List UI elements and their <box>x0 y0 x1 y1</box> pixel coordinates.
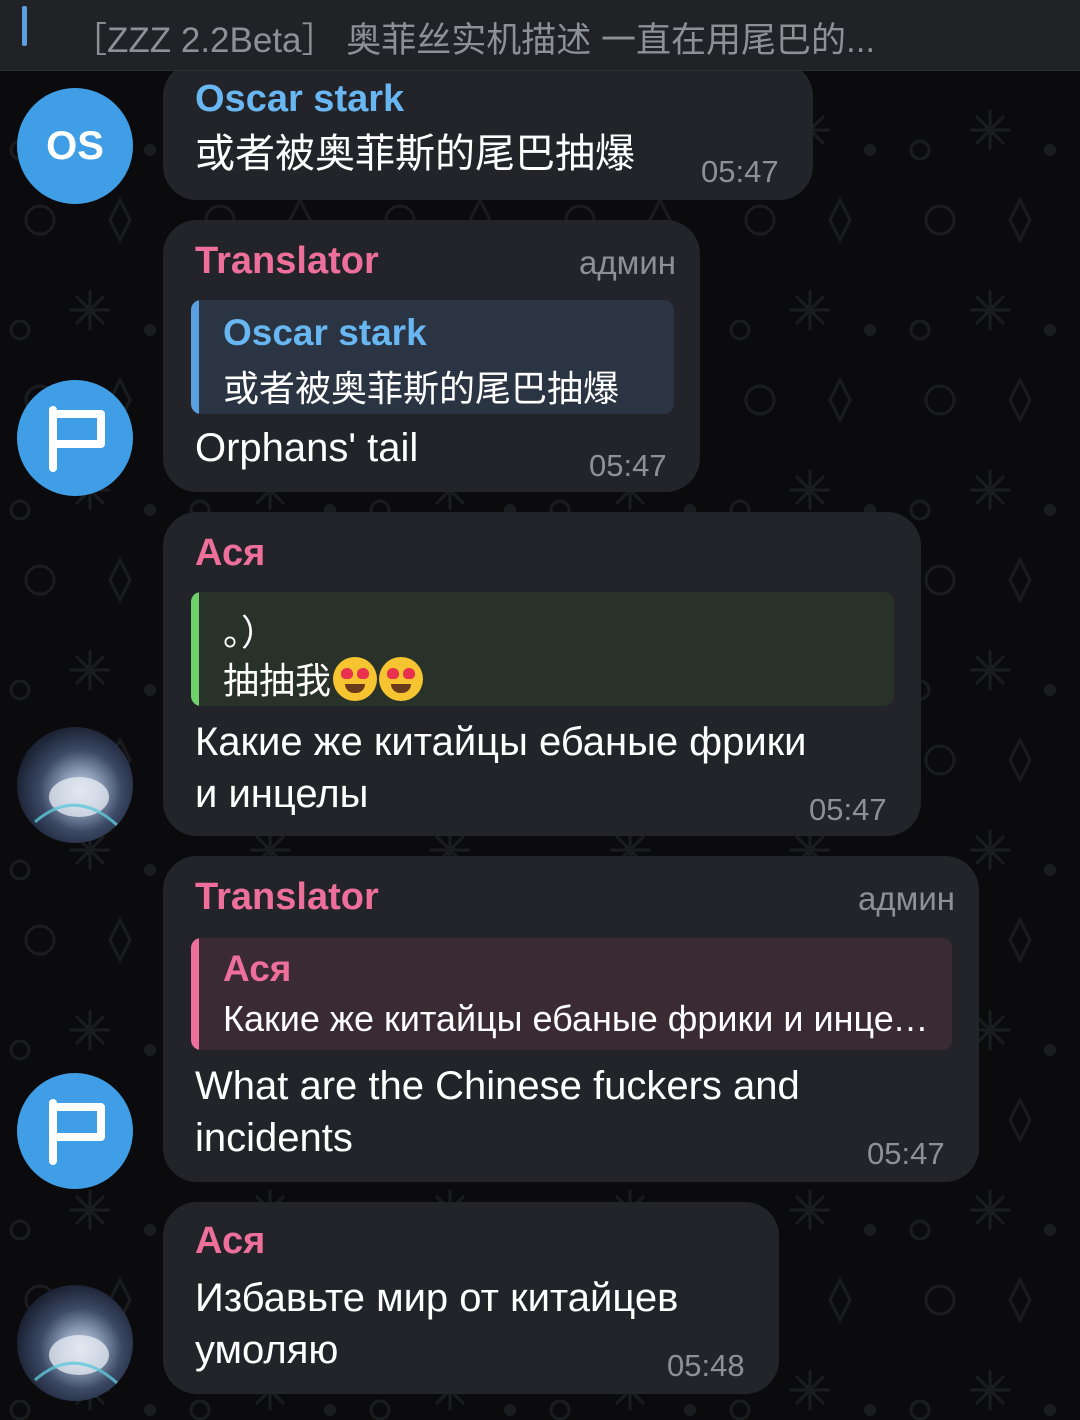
message-text-line-2: incidents <box>195 1116 353 1160</box>
sender-name[interactable]: Ася <box>195 532 265 575</box>
pinned-indicator <box>22 6 27 46</box>
sender-name[interactable]: Translator <box>195 240 379 283</box>
avatar[interactable] <box>17 1073 133 1189</box>
message-text: Orphans' tail <box>195 426 419 470</box>
quote-line-2: 抽抽我 <box>223 652 424 704</box>
reply-sender: Ася <box>223 948 292 989</box>
avatar[interactable] <box>17 1285 133 1401</box>
heart-eyes-emoji <box>333 657 378 701</box>
message-bubble[interactable]: Ася Избавьте мир от китайцев умоляю 05:4… <box>163 1202 779 1394</box>
flag-icon <box>49 406 105 472</box>
message-bubble[interactable]: Ася 。） 抽抽我 Какие же китайцы ебаные фрики… <box>163 512 921 836</box>
message-text-line-1: What are the Chinese fuckers and <box>195 1064 800 1108</box>
reply-sender: Oscar stark <box>223 312 427 353</box>
admin-badge: админ <box>579 244 676 281</box>
anime-avatar-icon <box>34 777 119 827</box>
avatar[interactable] <box>17 727 133 843</box>
message-time: 05:47 <box>701 154 779 189</box>
reply-bar <box>191 300 199 414</box>
avatar[interactable]: OS <box>17 88 133 204</box>
message-time: 05:47 <box>589 448 667 483</box>
avatar-initials: OS <box>46 123 104 168</box>
message-bubble[interactable]: Translator админ Oscar stark 或者被奥菲斯的尾巴抽爆… <box>163 220 700 492</box>
message-text: 或者被奥菲斯的尾巴抽爆 <box>195 132 635 176</box>
reply-text: Какие же китайцы ебаные фрики и инцелы <box>223 998 933 1039</box>
avatar[interactable] <box>17 380 133 496</box>
message-bubble[interactable]: Translator админ Ася Какие же китайцы еб… <box>163 856 979 1182</box>
reply-text: 或者被奥菲斯的尾巴抽爆 <box>223 368 620 409</box>
quote-block[interactable]: 。） 抽抽我 <box>191 592 894 706</box>
pinned-message-text: ［ZZZ 2.2Beta］ 奥菲丝实机描述 一直在用尾巴的... <box>72 21 876 60</box>
message-text-line-2: и инцелы <box>195 772 369 816</box>
quote-bar <box>191 592 199 706</box>
heart-eyes-emoji <box>379 657 424 701</box>
reply-preview[interactable]: Oscar stark 或者被奥菲斯的尾巴抽爆 <box>191 300 674 414</box>
reply-bar <box>191 938 199 1050</box>
sender-name[interactable]: Ася <box>195 1220 265 1263</box>
message-text-line-2: умоляю <box>195 1328 339 1372</box>
pinned-message-bar[interactable]: ［ZZZ 2.2Beta］ 奥菲丝实机描述 一直在用尾巴的... <box>0 0 1080 71</box>
reply-preview[interactable]: Ася Какие же китайцы ебаные фрики и инце… <box>191 938 952 1050</box>
sender-name[interactable]: Translator <box>195 876 379 919</box>
sender-name[interactable]: Oscar stark <box>195 78 404 121</box>
message-time: 05:47 <box>809 792 887 827</box>
admin-badge: админ <box>858 880 955 917</box>
anime-avatar-icon <box>34 1335 119 1385</box>
message-time: 05:47 <box>867 1136 945 1171</box>
message-text-line-1: Избавьте мир от китайцев <box>195 1276 679 1320</box>
quote-line-1: 。） <box>223 612 278 653</box>
message-bubble[interactable]: Oscar stark 或者被奥菲斯的尾巴抽爆 05:47 <box>163 62 813 200</box>
message-text-line-1: Какие же китайцы ебаные фрики <box>195 720 807 764</box>
message-time: 05:48 <box>667 1348 745 1383</box>
flag-icon <box>49 1099 105 1165</box>
